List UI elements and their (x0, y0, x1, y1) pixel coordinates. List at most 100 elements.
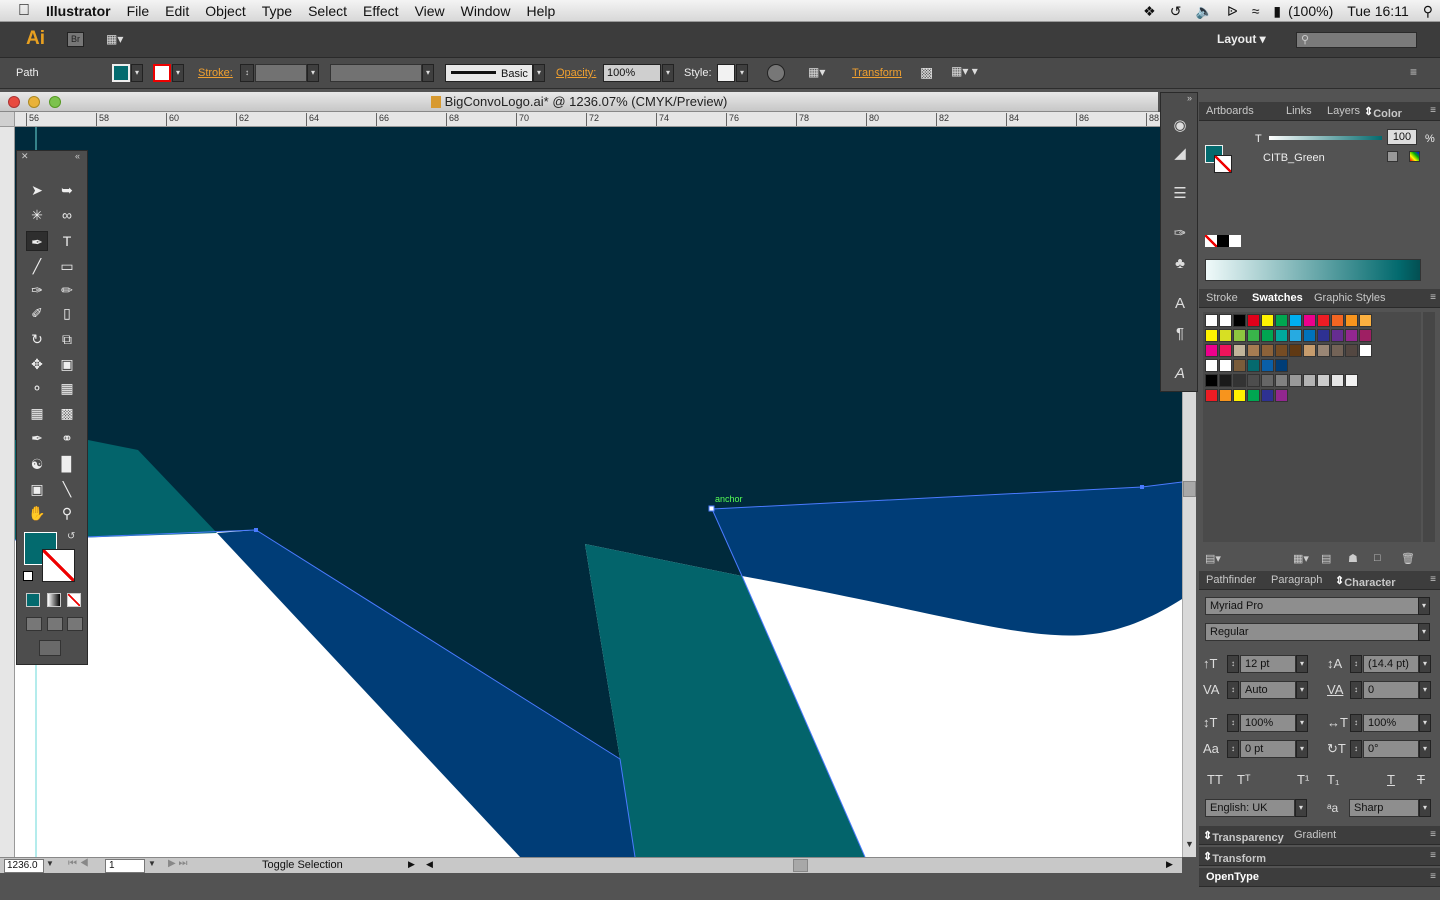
default-fill-stroke-icon[interactable] (23, 571, 33, 581)
swatch-chip[interactable] (1205, 359, 1218, 372)
brushes-panel-icon[interactable]: ✑ (1169, 223, 1191, 245)
swatch-chip[interactable] (1205, 329, 1218, 342)
zoom-tool-icon[interactable]: ⚲ (56, 503, 78, 523)
zoom-field[interactable]: 1236.0 (4, 859, 44, 873)
swatch-chip[interactable] (1289, 374, 1302, 387)
all-caps-button[interactable]: TT (1207, 772, 1223, 787)
brush-definition[interactable]: Basic (445, 64, 533, 82)
horizontal-ruler[interactable]: 56 58 60 62 64 66 68 70 72 74 76 78 80 82 84 86 88 (0, 112, 1160, 127)
swatch-chip[interactable] (1219, 344, 1232, 357)
font-family-dropdown[interactable]: ▾ (1418, 597, 1430, 615)
symbols-panel-icon[interactable]: ♣ (1169, 253, 1191, 275)
artboard-dropdown[interactable]: ▼ (148, 859, 156, 868)
transform-link[interactable]: Transform (852, 67, 902, 79)
swatch-chip[interactable] (1331, 374, 1344, 387)
pencil-tool-icon[interactable]: ✏ (56, 280, 78, 300)
font-size-field[interactable]: 12 pt (1240, 655, 1296, 673)
gradient-panel-icon[interactable]: ◢ (1169, 143, 1191, 165)
color-spectrum-bar[interactable] (1205, 259, 1421, 281)
rectangle-tool-icon[interactable]: ▭ (56, 256, 78, 276)
swatch-chip[interactable] (1289, 314, 1302, 327)
paragraph-styles-icon[interactable]: ¶ (1169, 323, 1191, 345)
dropbox-icon[interactable]: ❖ (1136, 3, 1163, 20)
swatch-grid[interactable] (1203, 312, 1421, 542)
swatches-panel-menu-icon[interactable]: ≡ (1430, 292, 1436, 303)
swatch-chip[interactable] (1317, 314, 1330, 327)
swatch-chip[interactable] (1205, 389, 1218, 402)
fill-swatch-button[interactable] (112, 64, 130, 82)
column-graph-tool-icon[interactable]: ▉ (56, 454, 78, 474)
dock-expand-icon[interactable]: » (1187, 93, 1192, 103)
white-color-chip[interactable] (1229, 235, 1241, 247)
kerning-stepper[interactable]: ↕ (1227, 681, 1239, 699)
tab-paragraph[interactable]: Paragraph (1271, 574, 1322, 586)
small-caps-button[interactable]: Tᵀ (1237, 772, 1251, 787)
scroll-thumb[interactable] (1183, 481, 1196, 497)
font-size-stepper[interactable]: ↕ (1227, 655, 1239, 673)
out-of-gamut-icon[interactable] (1387, 151, 1398, 162)
tint-slider[interactable] (1269, 136, 1382, 140)
artboard-canvas[interactable]: anchor (15, 127, 1182, 857)
anchor-point-1[interactable] (254, 528, 258, 532)
black-color-chip[interactable] (1217, 235, 1229, 247)
scale-tool-icon[interactable]: ⧉ (56, 329, 78, 349)
tab-pathfinder[interactable]: Pathfinder (1206, 574, 1256, 586)
swatch-chip[interactable] (1359, 314, 1372, 327)
swatch-chip[interactable] (1205, 374, 1218, 387)
tab-color[interactable]: ⇕ Color (1364, 105, 1402, 120)
swatch-chip[interactable] (1275, 389, 1288, 402)
artboard-field[interactable]: 1 (105, 859, 145, 873)
swatch-chip[interactable] (1345, 314, 1358, 327)
stroke-weight-field[interactable] (255, 64, 307, 82)
swatch-chip[interactable] (1303, 344, 1316, 357)
font-size-dropdown[interactable]: ▾ (1296, 655, 1308, 673)
menu-type[interactable]: Type (254, 0, 300, 22)
glyphs-panel-icon[interactable]: A (1169, 363, 1191, 385)
blob-brush-tool-icon[interactable]: ✐ (26, 303, 48, 323)
lasso-tool-icon[interactable]: ∞ (56, 205, 78, 225)
symbol-sprayer-tool-icon[interactable]: ☯ (26, 454, 48, 474)
swatch-chip[interactable] (1261, 329, 1274, 342)
wifi-icon[interactable]: ≈ (1245, 3, 1267, 19)
swatch-chip[interactable] (1261, 314, 1274, 327)
spotlight-icon[interactable]: ⚲ (1416, 3, 1440, 20)
swatch-chip[interactable] (1359, 329, 1372, 342)
swatch-chip[interactable] (1261, 374, 1274, 387)
vertical-scale-stepper[interactable]: ↕ (1227, 714, 1239, 732)
swatch-chip[interactable] (1345, 374, 1358, 387)
vertical-scale-field[interactable]: 100% (1240, 714, 1296, 732)
stroke-label[interactable]: Stroke: (198, 67, 233, 79)
character-rotation-field[interactable]: 0° (1363, 740, 1419, 758)
anchor-point-2[interactable] (1140, 485, 1144, 489)
baseline-shift-field[interactable]: 0 pt (1240, 740, 1296, 758)
vertical-scale-dropdown[interactable]: ▾ (1296, 714, 1308, 732)
opentype-panel-menu-icon[interactable]: ≡ (1430, 871, 1436, 882)
swatch-chip[interactable] (1303, 374, 1316, 387)
swatch-chip[interactable] (1275, 329, 1288, 342)
close-window-button[interactable] (8, 96, 20, 108)
character-panel-menu-icon[interactable]: ≡ (1430, 574, 1436, 585)
tab-character[interactable]: ⇕ Character (1335, 574, 1396, 589)
vertical-ruler[interactable] (0, 127, 15, 857)
swatch-chip[interactable] (1303, 314, 1316, 327)
font-style-field[interactable]: Regular (1205, 623, 1420, 641)
stroke-weight-stepper[interactable]: ↕ (240, 64, 254, 82)
new-color-group-icon[interactable]: ☗ (1348, 552, 1358, 565)
rotate-tool-icon[interactable]: ↻ (26, 329, 48, 349)
profile-dropdown[interactable]: ▾ (422, 64, 434, 82)
swatch-chip[interactable] (1219, 329, 1232, 342)
swatch-chip[interactable] (1345, 344, 1358, 357)
style-swatch[interactable] (717, 64, 735, 82)
time-machine-icon[interactable]: ↺ (1163, 3, 1189, 20)
artboard-tool-icon[interactable]: ▣ (26, 479, 48, 499)
selection-tool-icon[interactable]: ➤ (26, 180, 48, 200)
paintbrush-tool-icon[interactable]: ✑ (26, 280, 48, 300)
transform-panel-menu-icon[interactable]: ≡ (1430, 850, 1436, 861)
color-mode-button[interactable] (26, 593, 40, 607)
swatch-chip[interactable] (1247, 314, 1260, 327)
direct-selection-tool-icon[interactable]: ➥ (56, 180, 78, 200)
swatch-chip[interactable] (1205, 314, 1218, 327)
stroke-weight-dropdown[interactable]: ▾ (307, 64, 319, 82)
horizontal-scale-stepper[interactable]: ↕ (1350, 714, 1362, 732)
baseline-shift-stepper[interactable]: ↕ (1227, 740, 1239, 758)
